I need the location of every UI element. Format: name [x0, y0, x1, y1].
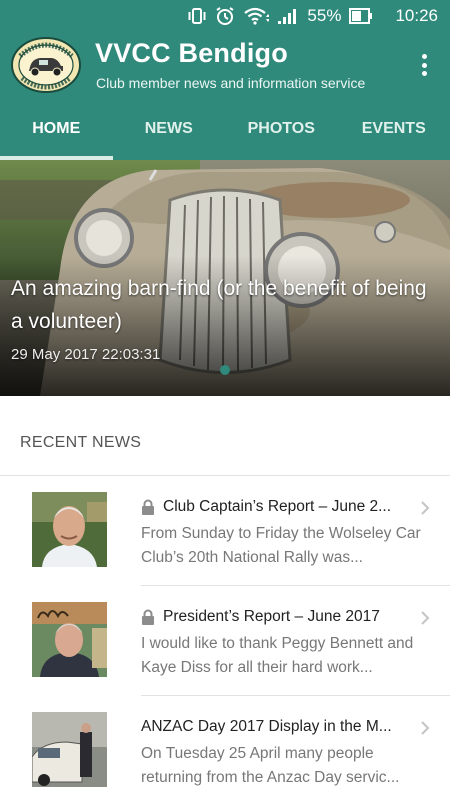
hero-date: 29 May 2017 22:03:31	[11, 346, 161, 363]
wifi-icon	[243, 6, 270, 26]
app-bar: VVCC Bendigo Club member news and inform…	[0, 32, 450, 98]
tab-bar: HOME NEWS PHOTOS EVENTS	[0, 98, 450, 160]
news-excerpt: I would like to thank Peggy Bennett and …	[141, 635, 414, 676]
news-title: Club Captain’s Report – June 2...	[163, 498, 392, 515]
status-bar: 55% 10:26	[0, 0, 450, 32]
news-title: ANZAC Day 2017 Display in the M...	[141, 718, 392, 735]
chevron-right-icon	[421, 611, 430, 625]
signal-icon	[277, 7, 297, 25]
carousel-indicator[interactable]	[220, 365, 230, 375]
news-list-item[interactable]: Club Captain’s Report – June 2... From S…	[0, 476, 450, 586]
tab-news[interactable]: NEWS	[113, 98, 226, 160]
news-list-item[interactable]: President’s Report – June 2017 I would l…	[0, 586, 450, 696]
app-subtitle: Club member news and information service	[96, 75, 366, 91]
news-thumbnail	[32, 602, 107, 677]
vibrate-icon	[187, 7, 207, 25]
battery-percentage: 55%	[307, 6, 342, 25]
tab-home[interactable]: HOME	[0, 98, 113, 160]
featured-carousel[interactable]: An amazing barn-find (or the benefit of …	[0, 160, 450, 396]
news-excerpt: On Tuesday 25 April many people returnin…	[141, 745, 400, 786]
clock: 10:26	[395, 6, 438, 25]
news-excerpt: From Sunday to Friday the Wolseley Car C…	[141, 525, 421, 566]
news-title: President’s Report – June 2017	[163, 608, 380, 625]
battery-icon	[349, 8, 373, 24]
lock-icon	[142, 609, 154, 625]
news-thumbnail	[32, 492, 107, 567]
news-list-item[interactable]: ANZAC Day 2017 Display in the M... On Tu…	[0, 696, 450, 800]
overflow-menu-icon[interactable]	[412, 52, 436, 78]
hero-title[interactable]: An amazing barn-find (or the benefit of …	[11, 272, 431, 338]
club-logo[interactable]	[10, 36, 82, 94]
tab-events[interactable]: EVENTS	[338, 98, 450, 160]
chevron-right-icon	[421, 501, 430, 515]
tab-photos[interactable]: PHOTOS	[225, 98, 338, 160]
lock-icon	[142, 499, 154, 515]
app-title: VVCC Bendigo	[95, 38, 288, 68]
chevron-right-icon	[421, 721, 430, 735]
news-thumbnail	[32, 712, 107, 787]
alarm-icon	[215, 6, 235, 26]
recent-news-header: RECENT NEWS	[20, 434, 142, 451]
